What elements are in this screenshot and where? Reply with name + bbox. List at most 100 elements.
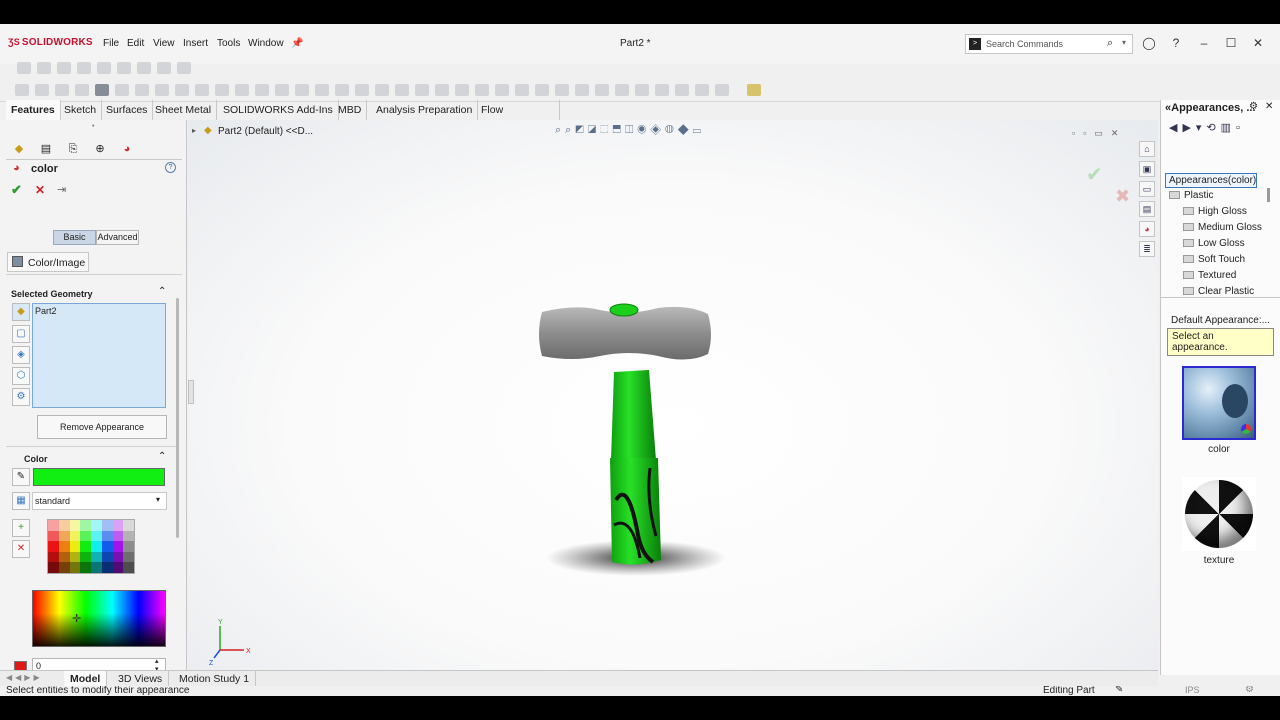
chamfer-icon[interactable] bbox=[355, 84, 369, 97]
remove-swatch-icon[interactable]: ✕ bbox=[12, 540, 30, 558]
palette-swatch[interactable] bbox=[58, 530, 70, 542]
section-icon[interactable] bbox=[575, 84, 589, 97]
tab-addins[interactable]: SOLIDWORKS Add-Ins bbox=[218, 100, 339, 120]
color-palette[interactable] bbox=[47, 519, 135, 574]
palette-swatch[interactable] bbox=[101, 530, 113, 542]
tree-folder-plastic[interactable]: Plastic bbox=[1169, 190, 1213, 201]
file-explorer-icon[interactable]: ▭ bbox=[1139, 181, 1155, 197]
palette-swatch[interactable] bbox=[58, 551, 70, 563]
heads-up-view-toolbar[interactable]: ⌕⌕◩◪⬚⬒◫◉◈◍◆▭ bbox=[555, 124, 705, 137]
tree-expand-icon[interactable]: ▸ bbox=[192, 126, 196, 135]
tab-mbd[interactable]: MBD bbox=[333, 100, 368, 120]
graphics-area[interactable]: ▸ ◆ Part2 (Default) <<D... ⌕⌕◩◪⬚⬒◫◉◈◍◆▭ … bbox=[188, 120, 1158, 675]
tab-model[interactable]: Model bbox=[64, 671, 108, 687]
rib-icon[interactable] bbox=[395, 84, 409, 97]
palette-swatch[interactable] bbox=[48, 520, 59, 531]
pane-options-icon[interactable]: ⚙ bbox=[1249, 101, 1258, 112]
feature-tree-root[interactable]: Part2 (Default) <<D... bbox=[218, 126, 313, 137]
panel-scrollbar[interactable] bbox=[176, 298, 179, 538]
palette-swatch[interactable] bbox=[69, 551, 81, 563]
maximize-icon[interactable]: ☐ bbox=[1223, 35, 1239, 51]
palette-swatch[interactable] bbox=[123, 530, 134, 542]
palette-swatch[interactable] bbox=[112, 530, 124, 542]
palette-swatch[interactable] bbox=[112, 520, 124, 531]
fillet-icon[interactable] bbox=[335, 84, 349, 97]
measure-icon[interactable] bbox=[535, 84, 549, 97]
undo-icon[interactable] bbox=[115, 84, 129, 97]
palette-swatch[interactable] bbox=[101, 520, 113, 531]
design-library-icon[interactable]: ▣ bbox=[1139, 161, 1155, 177]
appearance-toggle-icon[interactable] bbox=[747, 84, 762, 97]
redo-icon[interactable] bbox=[135, 84, 149, 97]
tree-item-high-gloss[interactable]: High Gloss bbox=[1183, 206, 1247, 217]
palette-swatch[interactable] bbox=[80, 551, 91, 563]
save-icon[interactable] bbox=[75, 84, 89, 97]
tree-item-textured[interactable]: Textured bbox=[1183, 270, 1236, 281]
help-icon[interactable]: ? bbox=[165, 162, 176, 173]
custom-properties-icon[interactable]: ≣ bbox=[1139, 241, 1155, 257]
pin-icon[interactable]: 📌 bbox=[291, 38, 303, 49]
draft-analysis-icon[interactable] bbox=[635, 84, 649, 97]
palette-swatch[interactable] bbox=[91, 530, 102, 542]
options-icon[interactable] bbox=[117, 62, 131, 75]
ok-icon[interactable]: ✔ bbox=[11, 182, 22, 198]
palette-swatch[interactable] bbox=[48, 551, 59, 563]
palette-swatch[interactable] bbox=[112, 551, 124, 563]
pane-close-icon[interactable]: ✕ bbox=[1265, 101, 1273, 112]
open-icon[interactable] bbox=[55, 84, 69, 97]
minimize-icon[interactable]: – bbox=[1196, 35, 1212, 51]
tab-features[interactable]: Features bbox=[6, 100, 61, 120]
palette-swatch[interactable] bbox=[101, 541, 113, 552]
thumbnail-texture[interactable] bbox=[1182, 477, 1256, 551]
palette-swatch[interactable] bbox=[48, 562, 59, 573]
panel-collapse-handle[interactable] bbox=[188, 380, 194, 404]
tree-item-medium-gloss[interactable]: Medium Gloss bbox=[1183, 222, 1262, 233]
select-icon[interactable] bbox=[155, 84, 169, 97]
tab-sketch[interactable]: Sketch bbox=[59, 100, 103, 120]
menu-insert[interactable]: Insert bbox=[183, 38, 208, 49]
tab-sheet-metal[interactable]: Sheet Metal bbox=[150, 100, 218, 120]
tab-scroll-arrows[interactable]: ◀◀▶▶ bbox=[6, 673, 43, 682]
rebuild-icon[interactable] bbox=[177, 62, 191, 75]
parting-icon[interactable] bbox=[695, 84, 709, 97]
palette-swatch[interactable] bbox=[101, 551, 113, 563]
palette-swatch[interactable] bbox=[69, 530, 81, 542]
palette-swatch[interactable] bbox=[91, 520, 102, 531]
new-icon[interactable] bbox=[37, 62, 51, 75]
select-body-icon[interactable]: ⬡ bbox=[12, 367, 30, 385]
mirror-icon[interactable] bbox=[455, 84, 469, 97]
dimxpert-icon[interactable]: ⊕ bbox=[90, 140, 110, 158]
palette-swatch[interactable] bbox=[91, 562, 102, 573]
tab-3d-views[interactable]: 3D Views bbox=[112, 671, 170, 687]
sweep-icon[interactable] bbox=[295, 84, 309, 97]
palette-swatch[interactable] bbox=[69, 520, 81, 531]
chevron-down-icon[interactable]: ▾ bbox=[1122, 38, 1126, 47]
rebuild-icon[interactable] bbox=[175, 84, 189, 97]
hammer-model[interactable] bbox=[528, 300, 738, 600]
selected-item[interactable]: Part2 bbox=[35, 306, 57, 316]
help-icon[interactable]: ? bbox=[1168, 35, 1184, 51]
add-swatch-icon[interactable]: + bbox=[12, 519, 30, 537]
chevron-down-icon[interactable]: ▾ bbox=[156, 495, 160, 504]
home-icon[interactable] bbox=[15, 84, 29, 97]
advanced-tab[interactable]: Advanced bbox=[96, 230, 139, 245]
pushpin-icon[interactable]: ⇥ bbox=[57, 183, 66, 196]
menu-view[interactable]: View bbox=[153, 38, 175, 49]
check-icon[interactable] bbox=[715, 84, 729, 97]
mass-properties-icon[interactable] bbox=[555, 84, 569, 97]
palette-swatch[interactable] bbox=[101, 562, 113, 573]
redo-icon[interactable] bbox=[157, 62, 171, 75]
basic-tab[interactable]: Basic bbox=[53, 230, 96, 245]
units-indicator[interactable]: IPS bbox=[1185, 686, 1200, 695]
resources-icon[interactable]: ⌂ bbox=[1139, 141, 1155, 157]
confirm-corner-ok-icon[interactable]: ✔ bbox=[1086, 162, 1103, 187]
selected-geometry-list[interactable]: Part2 bbox=[32, 303, 166, 408]
current-color-swatch[interactable] bbox=[33, 468, 165, 486]
thumbnail-color[interactable] bbox=[1182, 366, 1256, 440]
palette-swatch[interactable] bbox=[80, 541, 91, 552]
select-feature-icon[interactable]: ⚙ bbox=[12, 388, 30, 406]
palette-swatch[interactable] bbox=[58, 562, 70, 573]
menu-tools[interactable]: Tools bbox=[217, 38, 240, 49]
tree-item-soft-touch[interactable]: Soft Touch bbox=[1183, 254, 1245, 265]
palette-swatch[interactable] bbox=[48, 530, 59, 542]
